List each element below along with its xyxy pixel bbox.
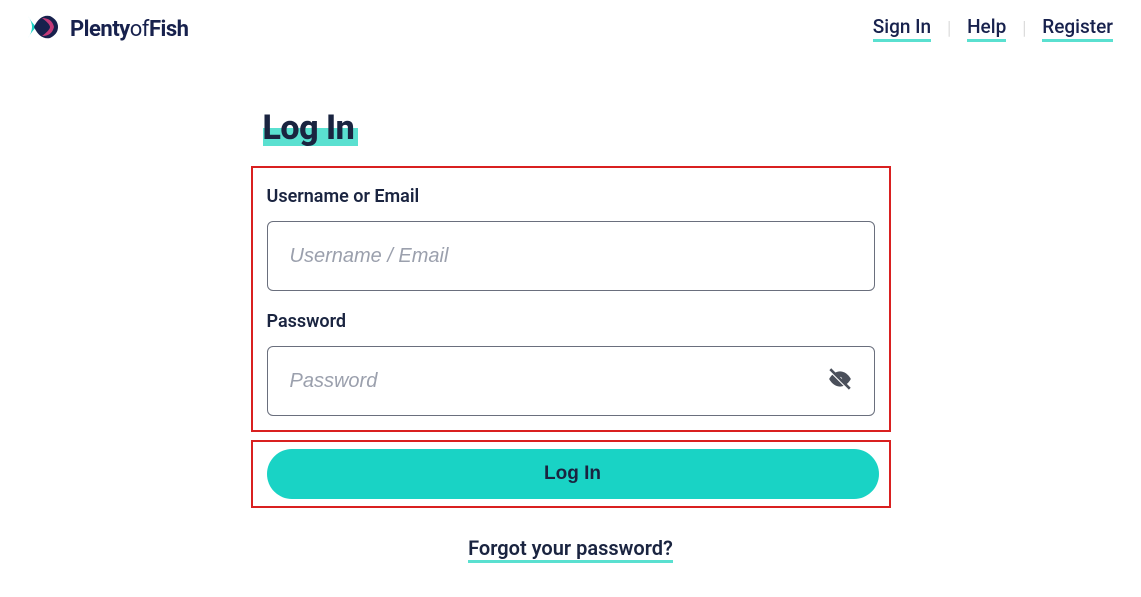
password-input[interactable]: [267, 346, 875, 416]
login-card: Log In Username or Email Password Log In…: [251, 108, 891, 560]
username-input-wrap: [267, 221, 875, 291]
forgot-password-link[interactable]: Forgot your password?: [468, 536, 673, 563]
top-nav: Sign In | Help | Register: [873, 16, 1113, 42]
login-button[interactable]: Log In: [267, 449, 879, 499]
brand-name: PlentyofFish: [70, 17, 188, 42]
credentials-highlight-box: Username or Email Password: [251, 166, 891, 432]
page-title-wrap: Log In: [263, 108, 355, 148]
brand-logo[interactable]: PlentyofFish: [28, 12, 188, 46]
header: PlentyofFish Sign In | Help | Register: [0, 0, 1141, 58]
nav-separator: |: [947, 18, 951, 39]
submit-highlight-box: Log In: [251, 440, 891, 508]
page-title: Log In: [263, 108, 355, 148]
password-input-wrap: [267, 346, 875, 416]
forgot-wrap: Forgot your password?: [251, 536, 891, 560]
nav-separator: |: [1022, 18, 1026, 39]
toggle-password-visibility-icon[interactable]: [827, 366, 853, 396]
fish-icon: [28, 12, 62, 46]
nav-help[interactable]: Help: [967, 16, 1006, 42]
nav-register[interactable]: Register: [1042, 16, 1113, 42]
username-label: Username or Email: [267, 186, 875, 207]
username-input[interactable]: [267, 221, 875, 291]
nav-sign-in[interactable]: Sign In: [873, 16, 931, 42]
password-label: Password: [267, 311, 875, 332]
